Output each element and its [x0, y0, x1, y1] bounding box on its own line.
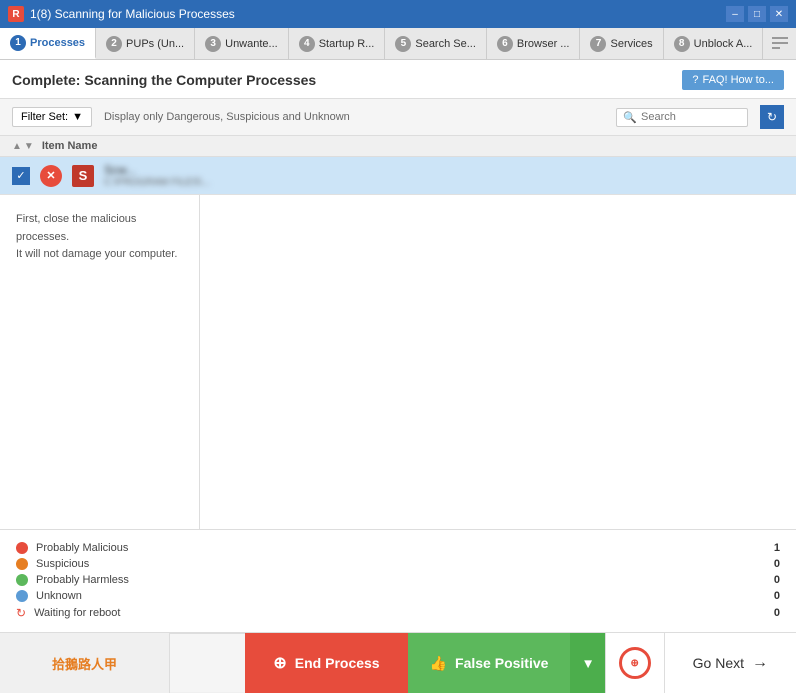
tab-startup[interactable]: 4 Startup R... — [289, 28, 386, 59]
bottom-logo: 拾鵝路人甲 — [0, 633, 170, 693]
tab-num-2: 2 — [106, 36, 122, 52]
item-path: C:\PROGRAM FILES\... — [104, 177, 784, 188]
bottom-bar: 拾鵝路人甲 ⊕ End Process 👍 False Positive ▼ ⊕… — [0, 632, 796, 692]
filter-set-button[interactable]: Filter Set: ▼ — [12, 107, 92, 127]
summary-row: ↻ Waiting for reboot 0 — [16, 604, 780, 622]
header: Complete: Scanning the Computer Processe… — [0, 60, 796, 99]
column-item-name: Item Name — [42, 140, 98, 152]
help-button[interactable]: ⊕ — [605, 633, 665, 693]
arrow-right-icon: → — [752, 654, 768, 672]
bottom-actions: ⊕ End Process 👍 False Positive ▼ ⊕ Go Ne… — [170, 633, 796, 693]
search-input[interactable] — [641, 111, 741, 123]
tab-num-6: 6 — [497, 36, 513, 52]
summary-row: Unknown 0 — [16, 588, 780, 604]
tab-num-4: 4 — [299, 36, 315, 52]
threat-icon: ✕ — [40, 165, 62, 187]
app-icon: R — [8, 6, 24, 22]
close-button[interactable]: ✕ — [770, 6, 788, 22]
summary-dot-3 — [16, 590, 28, 602]
item-name: Scw... — [104, 163, 784, 177]
table-row[interactable]: ✕ S Scw... C:\PROGRAM FILES\... — [0, 157, 796, 195]
refresh-icon: ↻ — [767, 110, 777, 124]
summary-label-1: Suspicious — [36, 558, 752, 570]
thumbsup-icon: 👍 — [430, 655, 447, 672]
summary-label-3: Unknown — [36, 590, 752, 602]
summary-label-0: Probably Malicious — [36, 542, 752, 554]
window-controls: – □ ✕ — [726, 6, 788, 22]
summary-row: Probably Harmless 0 — [16, 572, 780, 588]
summary-count-3: 0 — [760, 590, 780, 602]
process-app-icon: S — [72, 165, 94, 187]
filter-description: Display only Dangerous, Suspicious and U… — [104, 111, 604, 123]
summary-dot-0 — [16, 542, 28, 554]
item-info: Scw... C:\PROGRAM FILES\... — [104, 163, 784, 188]
filter-bar: Filter Set: ▼ Display only Dangerous, Su… — [0, 99, 796, 136]
refresh-button[interactable]: ↻ — [760, 105, 784, 129]
tab-num-7: 7 — [590, 36, 606, 52]
lifebuoy-inner: ⊕ — [630, 658, 638, 669]
maximize-button[interactable]: □ — [748, 6, 766, 22]
summary-count-0: 1 — [760, 542, 780, 554]
left-panel: First, close the malicious processes. It… — [0, 195, 200, 529]
crosshair-icon: ⊕ — [273, 653, 286, 673]
faq-icon: ? — [692, 74, 698, 86]
tab-unblock[interactable]: 8 Unblock A... — [664, 28, 764, 59]
help-line-2: processes. — [16, 229, 183, 247]
header-title: Complete: Scanning the Computer Processe… — [12, 72, 316, 88]
tab-end-icon — [763, 28, 796, 59]
window-title: 1(8) Scanning for Malicious Processes — [30, 7, 726, 21]
logo-highlight: 拾鵝路人甲 — [52, 657, 117, 672]
sort-icons[interactable]: ▲ ▼ — [12, 141, 34, 152]
summary-count-4: 0 — [760, 607, 780, 619]
summary-label-4: Waiting for reboot — [34, 607, 752, 619]
tab-browser[interactable]: 6 Browser ... — [487, 28, 581, 59]
chevron-down-icon: ▼ — [72, 111, 83, 123]
tab-search[interactable]: 5 Search Se... — [385, 28, 487, 59]
right-panel — [200, 195, 796, 529]
summary-count-1: 0 — [760, 558, 780, 570]
tab-num-5: 5 — [395, 36, 411, 52]
tab-num-3: 3 — [205, 36, 221, 52]
summary-label-2: Probably Harmless — [36, 574, 752, 586]
tab-num-8: 8 — [674, 36, 690, 52]
summary-count-2: 0 — [760, 574, 780, 586]
summary-row: Suspicious 0 — [16, 556, 780, 572]
tab-processes[interactable]: 1 Processes — [0, 28, 96, 59]
logo-text: 拾鵝路人甲 — [36, 654, 133, 673]
summary-dot-2 — [16, 574, 28, 586]
false-positive-button[interactable]: 👍 False Positive — [408, 633, 571, 693]
search-icon: 🔍 — [623, 111, 637, 124]
tab-bar: 1 Processes 2 PUPs (Un... 3 Unwante... 4… — [0, 28, 796, 60]
faq-button[interactable]: ? FAQ! How to... — [682, 70, 784, 90]
content-area: First, close the malicious processes. It… — [0, 195, 796, 529]
tab-unwanted[interactable]: 3 Unwante... — [195, 28, 289, 59]
tab-services[interactable]: 7 Services — [580, 28, 663, 59]
sort-up-icon[interactable]: ▲ — [12, 141, 22, 152]
help-line-3: It will not damage your computer. — [16, 246, 183, 264]
summary-panel: Probably Malicious 1 Suspicious 0 Probab… — [0, 529, 796, 632]
row-checkbox[interactable] — [12, 167, 30, 185]
table-header: ▲ ▼ Item Name — [0, 136, 796, 157]
summary-row: Probably Malicious 1 — [16, 540, 780, 556]
search-box: 🔍 — [616, 108, 748, 127]
chevron-down-icon: ▼ — [581, 656, 594, 671]
false-positive-dropdown[interactable]: ▼ — [570, 633, 604, 693]
summary-dot-1 — [16, 558, 28, 570]
go-next-button[interactable]: Go Next → — [665, 633, 796, 693]
reboot-icon: ↻ — [16, 606, 26, 620]
help-circle-icon: ⊕ — [619, 647, 651, 679]
table-area: ▲ ▼ Item Name ✕ S Scw... C:\PROGRAM FILE… — [0, 136, 796, 195]
tab-pups[interactable]: 2 PUPs (Un... — [96, 28, 195, 59]
sort-down-icon[interactable]: ▼ — [24, 141, 34, 152]
end-process-button[interactable]: ⊕ End Process — [245, 633, 407, 693]
minimize-button[interactable]: – — [726, 6, 744, 22]
help-line-1: First, close the malicious — [16, 211, 183, 229]
title-bar: R 1(8) Scanning for Malicious Processes … — [0, 0, 796, 28]
tab-num-1: 1 — [10, 35, 26, 51]
